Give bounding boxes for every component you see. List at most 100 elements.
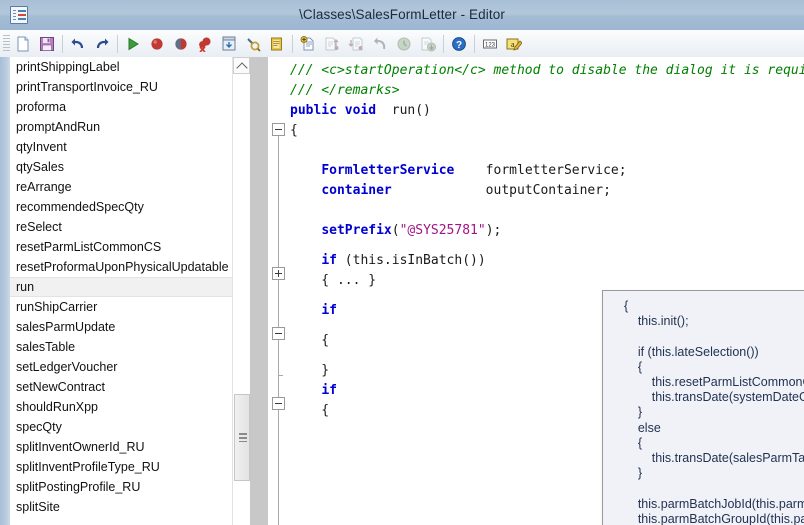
list-item[interactable]: run (10, 277, 232, 297)
list-item[interactable]: reSelect (10, 217, 232, 237)
code-token: formletterService; (454, 163, 627, 178)
new-method-button[interactable] (296, 32, 320, 55)
list-item[interactable]: salesParmUpdate (10, 317, 232, 337)
tooltip-code-line: this.parmBatchGroupId(this.parmCurrentBa… (637, 511, 804, 525)
redo-button[interactable] (90, 32, 114, 55)
copy-down-icon (348, 37, 363, 50)
toolbar-separator (443, 34, 444, 53)
list-item[interactable]: splitPostingProfile_RU (10, 477, 232, 497)
list-item[interactable]: runShipCarrier (10, 297, 232, 317)
list-item[interactable]: setNewContract (10, 377, 232, 397)
code-token: ); (485, 223, 502, 238)
toolbar-grip[interactable] (3, 34, 10, 53)
find-button[interactable] (241, 32, 265, 55)
fold-collapse-button[interactable] (272, 123, 285, 136)
save-button[interactable] (35, 32, 59, 55)
list-item[interactable]: qtySales (10, 157, 232, 177)
code-preview-tooltip: { this.init(); if (this.lateSelection())… (602, 290, 804, 525)
list-item[interactable]: proforma (10, 97, 232, 117)
restore-button[interactable] (368, 32, 392, 55)
properties-icon (271, 37, 282, 50)
list-item[interactable]: shouldRunXpp (10, 397, 232, 417)
compile-button[interactable] (217, 32, 241, 55)
code-token: { ... } (290, 273, 377, 288)
toolbar: ? 123 a (0, 30, 804, 58)
method-list[interactable]: printShippingLabel printTransportInvoice_… (10, 57, 233, 525)
code-line: if (290, 301, 337, 321)
code-line: { (290, 121, 298, 141)
copy-up-icon (325, 37, 339, 50)
copy-method-up-button[interactable] (320, 32, 344, 55)
list-item[interactable]: setLedgerVoucher (10, 357, 232, 377)
list-item[interactable]: resetParmListCommonCS (10, 237, 232, 257)
code-token: } (290, 363, 330, 378)
code-editor[interactable]: /// <c>startOperation</c> method to disa… (268, 57, 804, 525)
tooltip-code-line: this.transDate(salesParmTable.Transdate)… (651, 451, 804, 465)
help-button[interactable]: ? (447, 32, 471, 55)
list-item[interactable]: printShippingLabel (10, 57, 232, 77)
toolbar-separator (292, 34, 293, 53)
code-line: } (290, 361, 329, 381)
check-in-green-arrow-icon (421, 37, 436, 51)
scroll-up-arrow-icon[interactable] (233, 57, 250, 74)
list-item[interactable]: resetProformaUponPhysicalUpdatable (10, 257, 232, 277)
code-token: run() (376, 103, 431, 118)
breakpoint-clear-icon (199, 37, 211, 52)
scroll-thumb[interactable] (234, 394, 250, 481)
code-token: /// </remarks> (290, 83, 400, 98)
list-item[interactable]: reArrange (10, 177, 232, 197)
list-item[interactable]: splitSite (10, 497, 232, 517)
code-token: public void (290, 103, 377, 118)
code-token: { (290, 403, 330, 418)
label-editor-button[interactable]: a (502, 32, 526, 55)
disable-breakpoint-button[interactable] (169, 32, 193, 55)
code-token: if (321, 253, 337, 268)
method-list-scrollbar[interactable] (232, 57, 251, 525)
clear-breakpoints-button[interactable] (193, 32, 217, 55)
list-item[interactable]: qtyInvent (10, 137, 232, 157)
code-line: container outputContainer; (290, 181, 611, 201)
list-item[interactable]: printTransportInvoice_RU (10, 77, 232, 97)
list-item[interactable]: splitInventOwnerId_RU (10, 437, 232, 457)
properties-button[interactable] (265, 32, 289, 55)
list-item[interactable]: salesTable (10, 337, 232, 357)
code-line: { (290, 331, 329, 351)
code-token: (this.isInBatch()) (336, 253, 486, 268)
new-document-button[interactable] (11, 32, 35, 55)
list-item[interactable]: recommendedSpecQty (10, 197, 232, 217)
line-numbers-button[interactable]: 123 (478, 32, 502, 55)
list-item[interactable]: splitInventProfileType_RU (10, 457, 232, 477)
save-icon (40, 36, 54, 51)
fold-collapse-button[interactable] (272, 327, 285, 340)
editor-window: \Classes\SalesFormLetter - Editor ? 123 … (0, 0, 804, 525)
fold-expand-button[interactable] (272, 267, 285, 280)
check-in-button[interactable] (416, 32, 440, 55)
list-item[interactable]: specQty (10, 417, 232, 437)
run-button[interactable] (121, 32, 145, 55)
code-line: public void run() (290, 101, 431, 121)
undo-arrow-icon (71, 38, 84, 48)
code-line: FormletterService formletterService; (290, 161, 627, 181)
code-line: if (290, 381, 337, 401)
breakpoint-disabled-icon (175, 37, 187, 50)
svg-text:123: 123 (485, 42, 496, 48)
line-numbers-123-icon: 123 (483, 39, 497, 48)
fold-collapse-button[interactable] (272, 397, 285, 410)
copy-method-down-button[interactable] (344, 32, 368, 55)
pane-splitter[interactable] (250, 57, 268, 525)
fold-gutter[interactable] (268, 57, 290, 525)
list-item[interactable]: promptAndRun (10, 117, 232, 137)
toggle-breakpoint-button[interactable] (145, 32, 169, 55)
new-document-icon (17, 36, 29, 51)
tooltip-code-line: this.transDate(systemDateGet()); (651, 390, 804, 405)
undo-button[interactable] (66, 32, 90, 55)
code-token: /// <c>startOperation</c> method to disa… (290, 63, 804, 78)
code-token: FormletterService (321, 163, 455, 178)
tooltip-code-line: } (617, 466, 643, 481)
history-button[interactable] (392, 32, 416, 55)
